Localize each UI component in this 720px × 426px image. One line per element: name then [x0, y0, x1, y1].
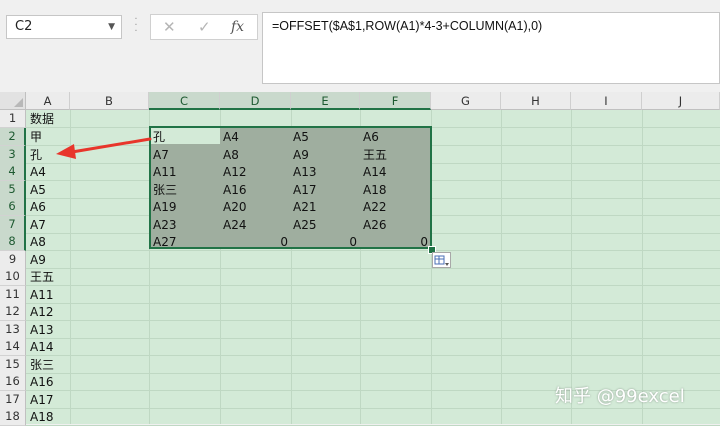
- red-arrow-icon: [56, 137, 152, 159]
- insert-function-icon[interactable]: fx: [231, 17, 244, 37]
- drag-handle-icon[interactable]: · · ·: [134, 15, 138, 39]
- watermark: 知乎 @99excel: [555, 386, 685, 407]
- formula-buttons: ✕ ✓ fx: [150, 14, 258, 40]
- chevron-down-icon[interactable]: ▼: [108, 16, 115, 38]
- annotation-overlay: [56, 137, 152, 159]
- formula-input[interactable]: =OFFSET($A$1,ROW(A1)*4-3+COLUMN(A1),0): [262, 12, 720, 84]
- name-box-value: C2: [15, 19, 33, 34]
- worksheet-grid[interactable]: A B C D E F G H I J 1 2 3 4 5 6 7 8 9 10…: [0, 92, 720, 426]
- cancel-icon[interactable]: ✕: [163, 17, 176, 37]
- formula-bar: C2 ▼ · · · ✕ ✓ fx =OFFSET($A$1,ROW(A1)*4-3…: [0, 0, 720, 92]
- enter-icon[interactable]: ✓: [198, 17, 211, 37]
- name-box[interactable]: C2 ▼: [6, 15, 122, 39]
